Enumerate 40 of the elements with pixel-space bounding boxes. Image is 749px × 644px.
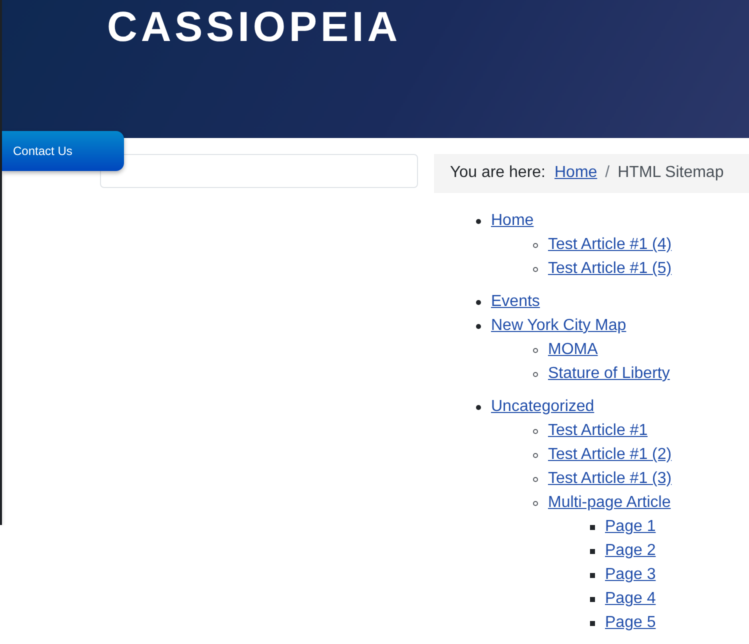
sitemap-link[interactable]: MOMA [548, 338, 598, 362]
sitemap-link[interactable]: Page 4 [605, 587, 656, 611]
sitemap-link[interactable]: Page 2 [605, 539, 656, 563]
bullet-icon [476, 324, 481, 328]
sitemap-link[interactable]: Page 3 [605, 563, 656, 587]
ring-bullet-icon [533, 266, 538, 272]
sitemap-link[interactable]: Test Article #1 (2) [548, 443, 672, 467]
square-bullet-icon [590, 524, 595, 530]
sitemap-link[interactable]: Test Article #1 [548, 419, 648, 443]
sitemap-link[interactable]: New York City Map [491, 314, 626, 338]
ring-bullet-icon [533, 242, 538, 248]
sitemap-link[interactable]: Events [491, 290, 540, 314]
breadcrumb-current: HTML Sitemap [618, 163, 724, 183]
square-bullet-icon [590, 572, 595, 578]
sitemap-link[interactable]: Page 5 [605, 611, 656, 635]
sitemap-link[interactable]: Test Article #1 (3) [548, 467, 672, 491]
breadcrumb-label: You are here: [450, 163, 546, 183]
sitemap-link[interactable]: Test Article #1 (4) [548, 233, 672, 257]
contact-us-tab[interactable]: Contact Us [2, 131, 124, 171]
sitemap-link[interactable]: Home [491, 209, 534, 233]
breadcrumb-separator: / [605, 163, 610, 183]
sitemap-link[interactable]: Multi-page Article [548, 491, 671, 515]
sitemap-link[interactable]: Page 1 [605, 515, 656, 539]
breadcrumb-link[interactable]: Home [554, 161, 598, 185]
sitemap-link[interactable]: Test Article #1 (5) [548, 257, 672, 281]
square-bullet-icon [590, 548, 595, 554]
bullet-icon [476, 300, 481, 304]
bullet-icon [476, 218, 481, 224]
ring-bullet-icon [533, 348, 538, 352]
sitemap-link[interactable]: Uncategorized [491, 395, 594, 419]
square-bullet-icon [590, 596, 595, 602]
ring-bullet-icon [533, 372, 538, 376]
sitemap-link[interactable]: Stature of Liberty [548, 362, 670, 386]
square-bullet-icon [590, 620, 595, 626]
ring-bullet-icon [533, 428, 538, 434]
ring-bullet-icon [533, 500, 538, 506]
ring-bullet-icon [533, 476, 538, 482]
ring-bullet-icon [533, 452, 538, 458]
site-logo[interactable]: CASSIOPEIA [107, 6, 402, 48]
bullet-icon [476, 404, 481, 410]
